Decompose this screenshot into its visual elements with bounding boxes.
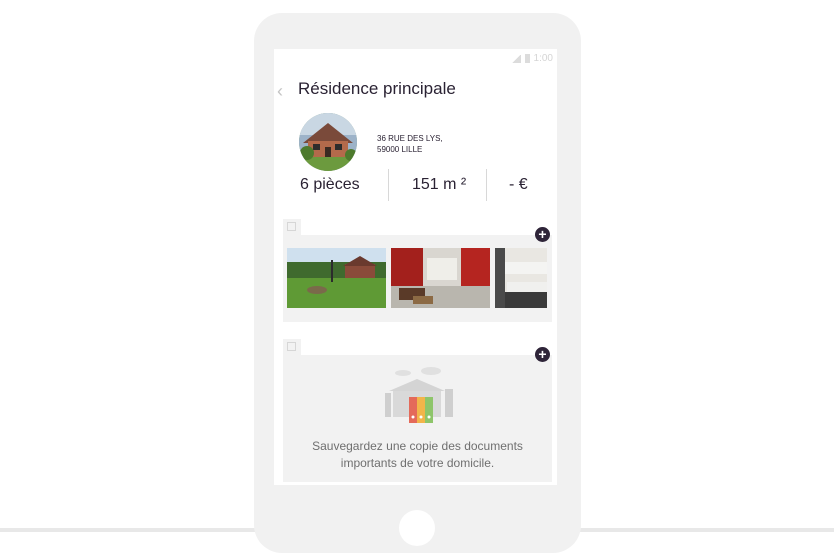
page-title: Résidence principale <box>298 79 456 98</box>
documents-empty-text: Sauvegardez une copie des documents impo… <box>283 438 552 472</box>
phone-screen: 1:00 ‹ Résidence principale 36 RUE DES L… <box>274 49 557 485</box>
rooms-stat: 6 pièces <box>300 176 360 193</box>
back-arrow-icon[interactable]: ‹ <box>277 82 283 100</box>
garden-photo[interactable] <box>287 248 386 308</box>
home-button[interactable] <box>399 510 435 546</box>
photos-tab <box>283 219 301 235</box>
photos-section: + <box>283 227 552 322</box>
house-avatar[interactable] <box>299 113 357 171</box>
camera-icon <box>287 222 296 231</box>
phone-frame: 1:00 ‹ Résidence principale 36 RUE DES L… <box>254 13 581 553</box>
stats-row: 6 pièces 151 m ² - € <box>274 169 557 201</box>
battery-icon <box>524 54 530 63</box>
address-line-1: 36 RUE DES LYS, <box>377 134 443 143</box>
document-icon <box>287 342 296 351</box>
area-stat: 151 m ² <box>412 176 467 193</box>
documents-empty-line-1: Sauvegardez une copie des documents <box>312 439 523 453</box>
kitchen-photo[interactable] <box>495 248 547 308</box>
living-room-photo[interactable] <box>391 248 490 308</box>
stats-divider <box>388 169 389 201</box>
stats-divider <box>486 169 487 201</box>
address-line-2: 59000 LILLE <box>377 145 423 154</box>
documents-tab <box>283 339 301 355</box>
documents-empty-line-2: importants de votre domicile. <box>340 456 495 470</box>
documents-section: + Sauvegardez une copie des documents im… <box>283 347 552 482</box>
signal-icon <box>510 54 521 63</box>
documents-empty-illustration <box>379 363 463 425</box>
address: 36 RUE DES LYS, 59000 LILLE <box>377 133 443 155</box>
add-document-button[interactable]: + <box>535 347 550 362</box>
price-stat: - € <box>509 176 528 193</box>
add-photo-button[interactable]: + <box>535 227 550 242</box>
status-time: 1:00 <box>533 53 553 64</box>
status-bar: 1:00 <box>510 53 553 64</box>
